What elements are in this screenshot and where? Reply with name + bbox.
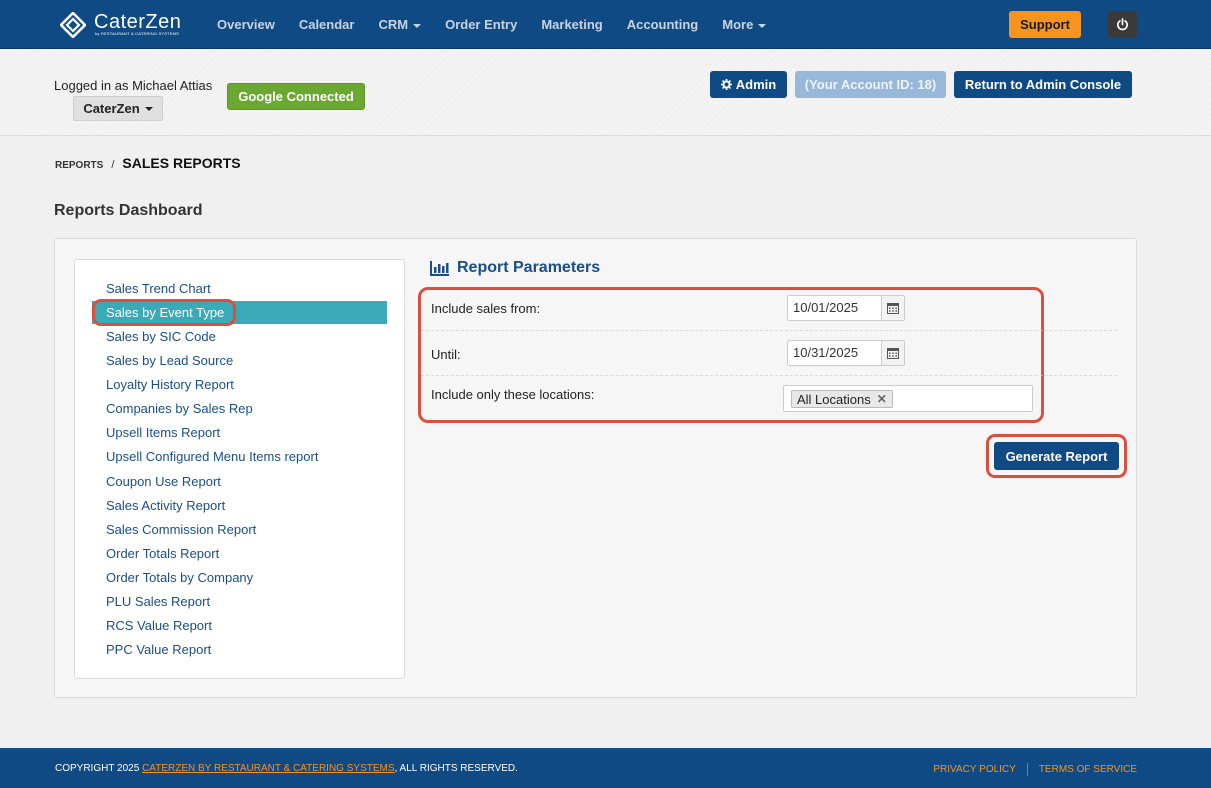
page-title: Reports Dashboard [54,202,203,219]
param-divider [421,375,1117,376]
sales-from-date-field[interactable]: 10/01/2025 [787,295,905,321]
footer-divider [1026,763,1028,776]
report-link-sales-activity-report[interactable]: Sales Activity Report [106,498,225,513]
account-bar: Logged in as Michael Attias CaterZen Goo… [0,50,1211,136]
report-link-sales-by-event-type[interactable]: Sales by Event Type [106,305,224,320]
terms-of-service-link[interactable]: TERMS OF SERVICE [1039,764,1137,775]
footer-links: PRIVACY POLICY TERMS OF SERVICE [933,763,1137,776]
nav-item-more[interactable]: More [722,17,767,32]
sales-from-label: Include sales from: [431,301,541,316]
nav-item-crm[interactable]: CRM [378,17,422,32]
nav-item-accounting[interactable]: Accounting [627,17,699,32]
locations-label: Include only these locations: [431,387,595,402]
nav-item-calendar[interactable]: Calendar [299,17,355,32]
nav-item-label: Overview [217,17,275,32]
report-parameters-title: Report Parameters [457,259,601,276]
calendar-icon[interactable] [882,341,904,365]
report-link-plu-sales-report[interactable]: PLU Sales Report [106,594,210,609]
nav-item-label: Accounting [626,17,699,32]
breadcrumb: REPORTS / SALES REPORTS [55,155,241,171]
nav-item-label: CRM [378,17,409,32]
until-label: Until: [431,347,461,362]
copyright: COPYRIGHT 2025 CATERZEN BY RESTAURANT & … [55,763,518,774]
admin-button-label: Admin [735,77,777,92]
breadcrumb-current: SALES REPORTS [122,155,241,171]
logged-in-text: Logged in as Michael Attias [54,78,213,93]
report-link-order-totals-by-company[interactable]: Order Totals by Company [106,570,253,585]
org-dropdown[interactable]: CaterZen [73,96,163,121]
return-to-admin-console-button[interactable]: Return to Admin Console [954,71,1132,98]
main-nav: Overview Calendar CRM Order Entry Marketing A… [217,0,790,49]
reports-panel: Sales Trend Chart Sales by Event Type Sale… [54,238,1137,698]
org-dropdown-label: CaterZen [83,101,140,116]
gear-icon [720,79,732,90]
close-icon[interactable]: ✕ [877,392,887,406]
google-connected-button[interactable]: Google Connected [227,83,365,110]
copyright-prefix: COPYRIGHT 2025 [55,763,143,774]
report-parameters-header: Report Parameters [430,259,600,277]
report-link-ppc-value-report[interactable]: PPC Value Report [106,642,211,657]
nav-item-label: Order Entry [445,17,518,32]
report-list: Sales Trend Chart Sales by Event Type Sale… [74,259,405,679]
param-divider [421,330,1117,331]
report-link-loyalty-history-report[interactable]: Loyalty History Report [106,377,234,392]
footer: COPYRIGHT 2025 CATERZEN BY RESTAURANT & … [0,748,1211,788]
location-tag: All Locations ✕ [791,390,893,408]
chevron-down-icon [144,106,153,111]
nav-item-marketing[interactable]: Marketing [541,17,602,32]
nav-item-label: Calendar [298,17,355,32]
logout-button[interactable] [1108,11,1137,38]
breadcrumb-separator: / [111,159,115,171]
report-link-upsell-configured-menu-items-report[interactable]: Upsell Configured Menu Items report [106,449,318,464]
report-link-sales-by-lead-source[interactable]: Sales by Lead Source [106,353,233,368]
chevron-down-icon [413,23,422,28]
generate-report-button[interactable]: Generate Report [994,442,1119,470]
until-date-value[interactable]: 10/31/2025 [788,341,882,365]
nav-item-label: More [722,17,754,32]
power-icon [1117,18,1128,31]
report-link-order-totals-report[interactable]: Order Totals Report [106,546,219,561]
report-link-sales-commission-report[interactable]: Sales Commission Report [106,522,256,537]
report-link-sales-by-sic-code[interactable]: Sales by SIC Code [106,329,216,344]
breadcrumb-reports[interactable]: REPORTS [55,160,103,171]
calendar-icon[interactable] [882,296,904,320]
caterzen-logo[interactable]: CaterZen by RESTAURANT & CATERING SYSTEM… [60,11,190,39]
caterzen-logo-icon [60,12,86,38]
support-button[interactable]: Support [1009,11,1081,38]
report-link-rcs-value-report[interactable]: RCS Value Report [106,618,212,633]
locations-select[interactable]: All Locations ✕ [783,385,1033,412]
privacy-policy-link[interactable]: PRIVACY POLICY [933,764,1015,775]
logo-tagline: by RESTAURANT & CATERING SYSTEMS [95,31,179,36]
admin-button[interactable]: Admin [710,71,787,98]
top-navbar: CaterZen by RESTAURANT & CATERING SYSTEM… [0,0,1211,49]
copyright-suffix: , ALL RIGHTS RESERVED. [394,763,518,774]
chevron-down-icon [758,23,767,28]
sales-from-date-value[interactable]: 10/01/2025 [788,296,882,320]
report-link-upsell-items-report[interactable]: Upsell Items Report [106,425,220,440]
nav-item-order-entry[interactable]: Order Entry [445,17,517,32]
account-id-badge: (Your Account ID: 18) [795,71,946,98]
until-date-field[interactable]: 10/31/2025 [787,340,905,366]
report-link-coupon-use-report[interactable]: Coupon Use Report [106,474,221,489]
company-link[interactable]: CATERZEN BY RESTAURANT & CATERING SYSTEM… [142,763,394,774]
nav-item-label: Marketing [541,17,603,32]
bar-chart-icon [430,260,449,276]
report-link-sales-trend-chart[interactable]: Sales Trend Chart [106,281,211,296]
report-link-companies-by-sales-rep[interactable]: Companies by Sales Rep [106,401,253,416]
nav-item-overview[interactable]: Overview [217,17,275,32]
location-tag-label: All Locations [797,391,871,407]
